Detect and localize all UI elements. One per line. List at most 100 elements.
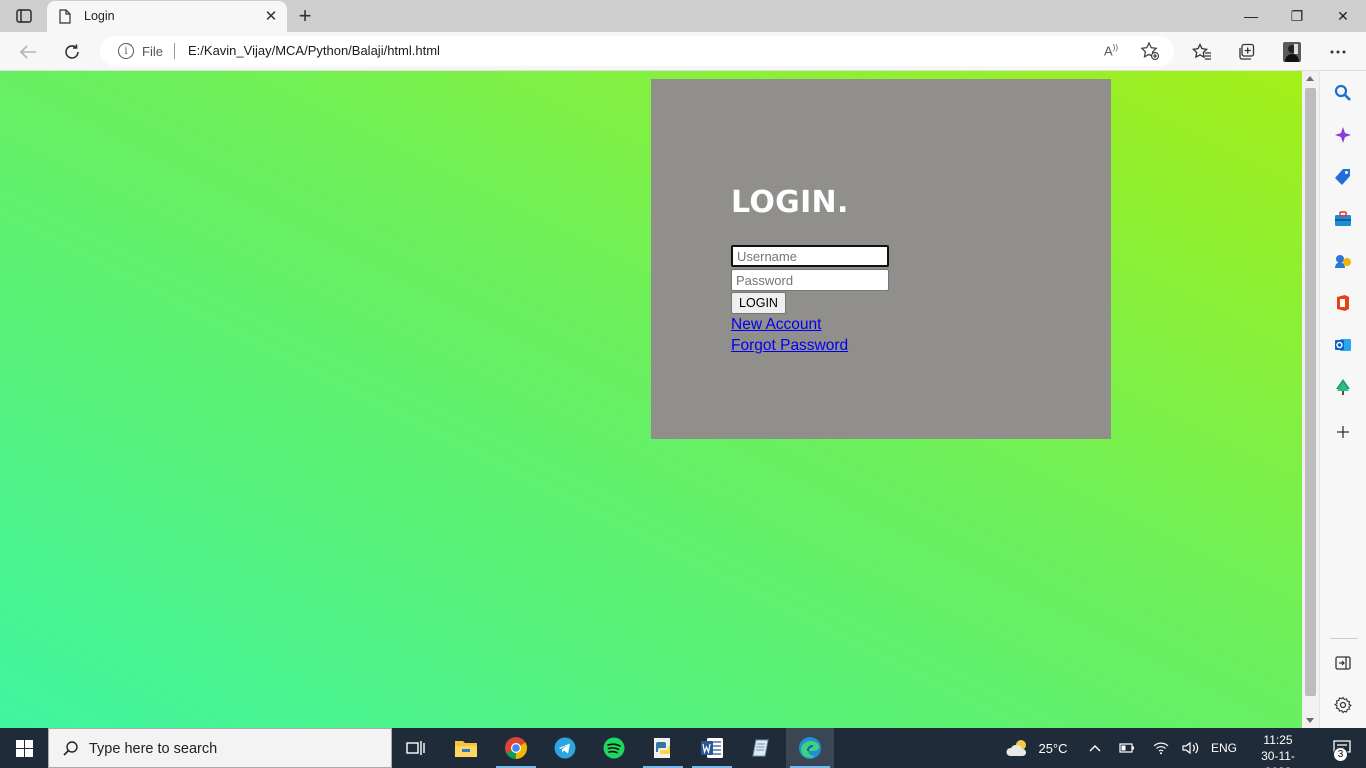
browser-toolbar: i File E:/Kavin_Vijay/MCA/Python/Balaji/… — [0, 32, 1366, 71]
show-hidden-icons-button[interactable] — [1083, 728, 1107, 768]
username-input[interactable] — [731, 245, 889, 267]
new-account-link[interactable]: New Account — [731, 316, 821, 334]
battery-button[interactable] — [1115, 728, 1139, 768]
scroll-up-arrow-icon[interactable] — [1306, 76, 1314, 81]
edge-icon — [799, 737, 821, 759]
sidebar-office-button[interactable] — [1332, 292, 1354, 314]
close-tab-button[interactable]: ✕ — [263, 8, 279, 25]
search-icon — [1334, 84, 1351, 101]
taskbar-search-placeholder: Type here to search — [89, 741, 218, 757]
spotify-button[interactable] — [590, 728, 638, 768]
weather-temperature[interactable]: 25°C — [1036, 728, 1070, 768]
url-text[interactable]: E:/Kavin_Vijay/MCA/Python/Balaji/html.ht… — [188, 43, 440, 58]
start-button[interactable] — [0, 728, 48, 768]
volume-icon — [1182, 741, 1199, 755]
chrome-icon — [505, 737, 527, 759]
sidebar-copilot-button[interactable] — [1332, 124, 1354, 146]
collections-button[interactable] — [1232, 38, 1260, 66]
notepad-icon — [752, 739, 769, 757]
more-icon — [1330, 50, 1346, 54]
profile-button[interactable] — [1278, 38, 1306, 66]
maximize-button[interactable]: ❐ — [1274, 0, 1320, 32]
favorites-icon — [1192, 43, 1211, 60]
refresh-button[interactable] — [58, 38, 86, 66]
sidebar-search-button[interactable] — [1332, 82, 1354, 104]
spotify-icon — [603, 737, 625, 759]
sidebar-shopping-button[interactable] — [1332, 166, 1354, 188]
copilot-icon — [1335, 127, 1351, 143]
search-icon — [63, 741, 78, 756]
edge-button[interactable] — [786, 728, 834, 768]
password-input[interactable] — [731, 269, 889, 291]
sidebar-settings-button[interactable] — [1332, 694, 1354, 716]
notification-count-badge: 3 — [1333, 747, 1348, 762]
scrollbar-thumb[interactable] — [1305, 88, 1316, 696]
read-aloud-icon[interactable]: A)) — [1104, 43, 1118, 58]
tab-actions-icon — [16, 9, 32, 23]
add-favorite-icon[interactable] — [1140, 41, 1160, 61]
tab-login[interactable]: Login ✕ — [47, 1, 287, 32]
settings-icon — [1334, 696, 1352, 714]
login-panel: LOGIN. LOGIN New Account Forgot Password — [651, 79, 1111, 439]
favorites-button[interactable] — [1188, 38, 1216, 66]
wifi-button[interactable] — [1149, 728, 1173, 768]
office-icon — [1337, 295, 1349, 311]
file-explorer-button[interactable] — [442, 728, 490, 768]
weather-button[interactable] — [1004, 728, 1034, 768]
word-button[interactable] — [688, 728, 736, 768]
page-scrollbar[interactable] — [1302, 71, 1319, 728]
profile-icon — [1283, 42, 1301, 62]
site-security-label: File — [142, 44, 163, 59]
volume-button[interactable] — [1179, 728, 1203, 768]
windows-taskbar: Type here to search 25°C ENG 11:25 30-11… — [0, 728, 1366, 768]
telegram-icon — [554, 737, 576, 759]
python-button[interactable] — [639, 728, 687, 768]
sidebar-games-button[interactable] — [1332, 250, 1354, 272]
address-bar[interactable]: i File E:/Kavin_Vijay/MCA/Python/Balaji/… — [100, 36, 1174, 66]
chrome-button[interactable] — [492, 728, 540, 768]
task-view-button[interactable] — [392, 728, 440, 768]
task-view-icon — [406, 741, 425, 755]
telegram-button[interactable] — [541, 728, 589, 768]
forgot-password-link[interactable]: Forgot Password — [731, 337, 848, 355]
minimize-button[interactable]: — — [1228, 0, 1274, 32]
tab-title: Login — [84, 9, 115, 23]
back-button[interactable] — [14, 38, 42, 66]
battery-icon — [1119, 743, 1134, 753]
more-button[interactable] — [1324, 38, 1352, 66]
browser-tab-bar: Login ✕ + — ❐ ✕ — [0, 0, 1366, 32]
word-icon — [701, 738, 723, 758]
notepad-button[interactable] — [736, 728, 784, 768]
taskbar-search-box[interactable]: Type here to search — [48, 728, 392, 768]
page-viewport: LOGIN. LOGIN New Account Forgot Password — [0, 71, 1302, 728]
address-separator — [174, 43, 175, 59]
python-icon — [654, 738, 670, 758]
scroll-down-arrow-icon[interactable] — [1306, 718, 1314, 723]
collections-icon — [1239, 43, 1255, 60]
close-window-button[interactable]: ✕ — [1320, 0, 1366, 32]
taskbar-clock[interactable]: 11:25 30-11-2022 — [1248, 732, 1308, 768]
clock-time: 11:25 — [1263, 733, 1293, 747]
edge-sidebar — [1319, 71, 1366, 728]
add-icon — [1337, 426, 1349, 438]
shopping-icon — [1335, 169, 1350, 185]
weather-cloudy-icon — [1006, 740, 1027, 756]
refresh-icon — [65, 44, 79, 59]
sidebar-tools-button[interactable] — [1332, 208, 1354, 230]
sidebar-tree-button[interactable] — [1332, 376, 1354, 398]
site-info-icon[interactable]: i — [118, 43, 134, 59]
tab-actions-button[interactable] — [10, 6, 38, 26]
hide-sidebar-button[interactable] — [1332, 652, 1354, 674]
sidebar-outlook-button[interactable] — [1332, 334, 1354, 356]
login-button[interactable]: LOGIN — [731, 292, 786, 314]
outlook-icon — [1335, 339, 1351, 351]
wifi-icon — [1153, 742, 1169, 755]
tree-icon — [1336, 379, 1350, 395]
login-heading: LOGIN. — [731, 185, 849, 220]
new-tab-button[interactable]: + — [294, 5, 316, 27]
sidebar-add-button[interactable] — [1332, 421, 1354, 443]
hide-sidebar-icon — [1335, 656, 1351, 670]
input-language[interactable]: ENG — [1208, 728, 1240, 768]
games-icon — [1335, 255, 1351, 268]
page-icon — [59, 9, 71, 24]
